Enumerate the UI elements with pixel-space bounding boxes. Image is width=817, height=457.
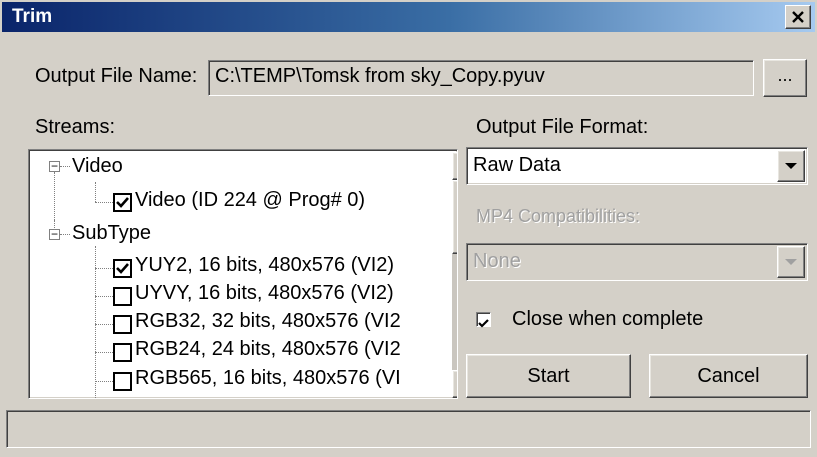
title-bar[interactable]: Trim — [2, 2, 815, 32]
chevron-down-icon — [785, 163, 797, 169]
tree-connector — [60, 166, 70, 167]
scrollbar-thumb[interactable] — [452, 180, 457, 254]
tree-connector — [95, 352, 113, 353]
stream-checkbox-rgb565[interactable] — [113, 372, 132, 391]
tree-item-video[interactable]: Video (ID 224 @ Prog# 0) — [135, 189, 365, 212]
tree-item-rgb32[interactable]: RGB32, 32 bits, 480x576 (VI2 — [135, 310, 401, 333]
output-format-dropdown-button[interactable] — [777, 150, 805, 182]
close-when-complete-label[interactable]: Close when complete — [512, 308, 703, 331]
stream-checkbox-uyvy[interactable] — [113, 287, 132, 306]
tree-item-rgb24[interactable]: RGB24, 24 bits, 480x576 (VI2 — [135, 338, 401, 361]
stream-checkbox-rgb32[interactable] — [113, 315, 132, 334]
tree-connector — [95, 296, 113, 297]
output-file-field[interactable]: C:\TEMP\Tomsk from sky_Copy.pyuv — [208, 60, 754, 96]
tree-connector — [95, 182, 96, 202]
output-file-value: C:\TEMP\Tomsk from sky_Copy.pyuv — [215, 65, 545, 87]
tree-connector — [95, 324, 113, 325]
streams-scrollbar[interactable] — [452, 152, 457, 398]
tree-item-rgb565[interactable]: RGB565, 16 bits, 480x576 (VI — [135, 367, 401, 390]
close-icon — [792, 11, 804, 23]
tree-connector — [95, 202, 113, 203]
tree-connector — [95, 381, 113, 382]
scroll-up-button[interactable] — [452, 152, 457, 180]
stream-checkbox-rgb24[interactable] — [113, 343, 132, 362]
close-button[interactable] — [785, 5, 811, 29]
start-button[interactable]: Start — [466, 354, 631, 398]
mp4-compat-select: None — [466, 243, 808, 281]
tree-item-yuy2[interactable]: YUY2, 16 bits, 480x576 (VI2) — [135, 254, 394, 277]
mp4-compat-value: None — [473, 250, 521, 272]
tree-group-subtype[interactable]: SubType — [72, 222, 151, 245]
stream-checkbox-video[interactable] — [113, 193, 132, 212]
close-when-complete-checkbox[interactable] — [476, 312, 491, 328]
browse-button-label: ... — [777, 64, 793, 85]
cancel-button[interactable]: Cancel — [649, 354, 808, 398]
status-bar — [6, 410, 811, 448]
checkmark-icon — [116, 197, 129, 208]
streams-label: Streams: — [35, 116, 116, 138]
output-format-select[interactable]: Raw Data — [466, 147, 808, 185]
output-format-label: Output File Format: — [476, 116, 649, 138]
output-format-value: Raw Data — [473, 154, 561, 176]
dialog-title: Trim — [12, 6, 53, 27]
checkmark-icon — [116, 263, 129, 274]
tree-connector — [54, 172, 55, 220]
tree-connector — [60, 234, 70, 235]
mp4-compat-dropdown-button — [777, 246, 805, 278]
chevron-down-icon — [785, 259, 797, 265]
cancel-button-label: Cancel — [697, 364, 760, 387]
checkmark-icon — [478, 319, 489, 328]
mp4-compat-label: MP4 Compatibilities: — [476, 206, 641, 226]
streams-tree[interactable]: − Video Video (ID 224 @ Prog# 0) − SubTy… — [28, 149, 458, 399]
scroll-down-button[interactable] — [452, 370, 457, 398]
tree-connector — [95, 268, 113, 269]
browse-button[interactable]: ... — [763, 59, 807, 97]
output-file-label: Output File Name: — [35, 65, 198, 87]
start-button-label: Start — [527, 364, 570, 387]
collapse-icon[interactable]: − — [49, 228, 60, 240]
collapse-icon[interactable]: − — [49, 160, 60, 172]
stream-checkbox-yuy2[interactable] — [113, 259, 132, 278]
tree-group-video[interactable]: Video — [72, 155, 123, 178]
trim-dialog: Trim Output File Name: C:\TEMP\Tomsk fro… — [0, 0, 817, 457]
tree-item-uyvy[interactable]: UYVY, 16 bits, 480x576 (VI2) — [135, 282, 394, 305]
